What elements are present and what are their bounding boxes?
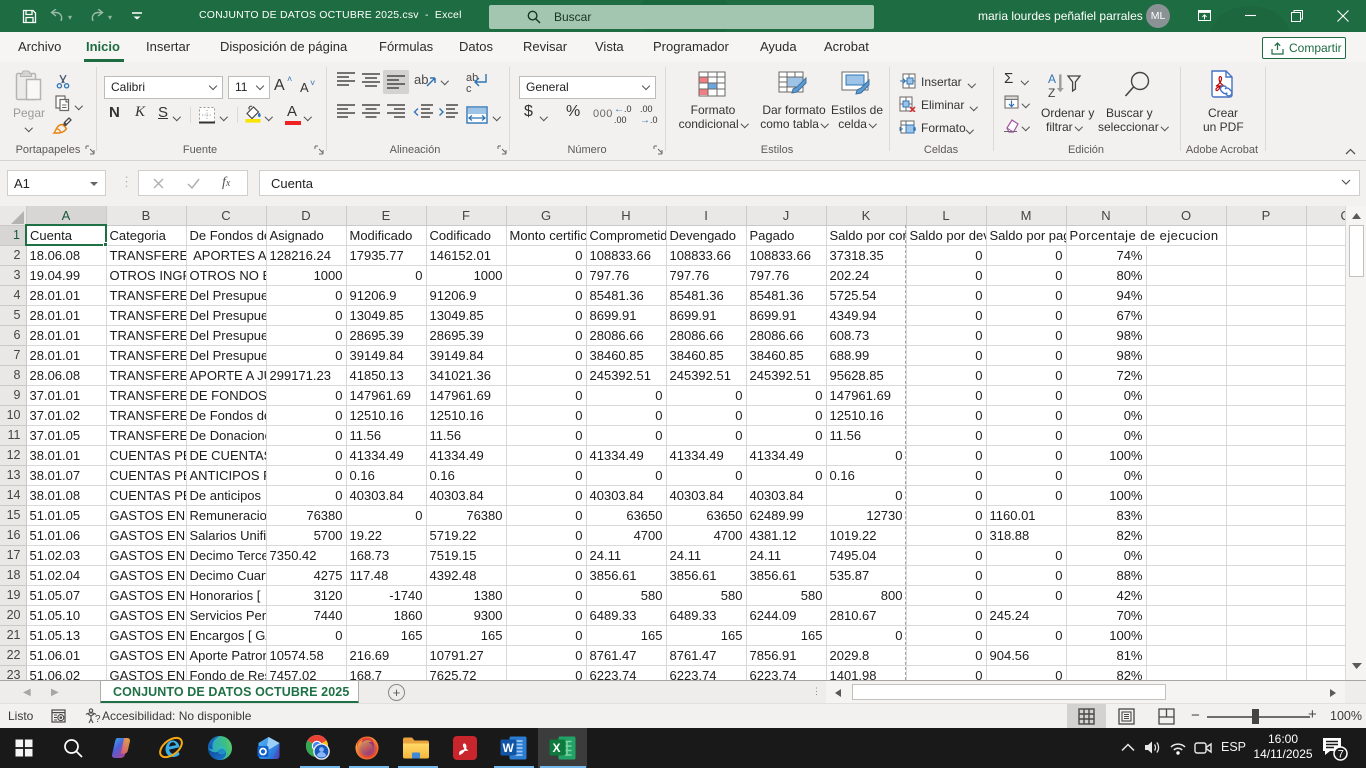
svg-text:7: 7 xyxy=(1338,749,1344,761)
svg-text:ab: ab xyxy=(414,72,428,87)
svg-text:A: A xyxy=(1048,72,1056,86)
svg-text:X: X xyxy=(553,741,561,755)
svg-text:c: c xyxy=(466,83,472,93)
svg-text:?: ? xyxy=(95,714,101,725)
svg-text:Z: Z xyxy=(1048,86,1055,100)
svg-text:W: W xyxy=(503,741,515,755)
